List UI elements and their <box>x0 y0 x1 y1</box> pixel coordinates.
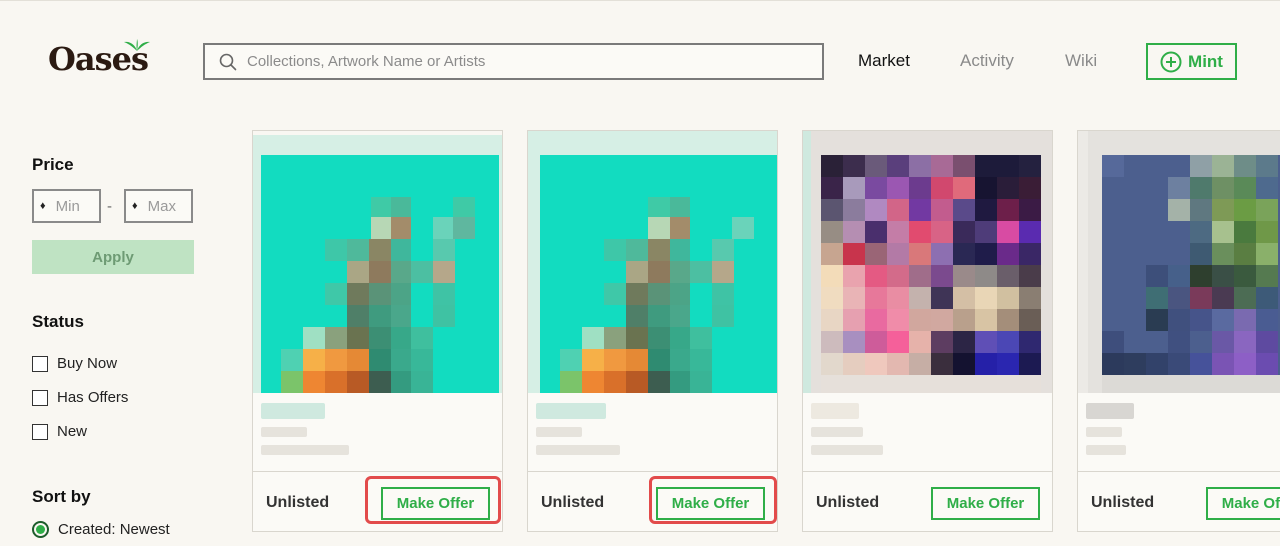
checkbox[interactable] <box>32 389 48 406</box>
nft-card[interactable]: Unlisted Make Offer <box>527 130 778 532</box>
search-bar[interactable] <box>203 43 824 80</box>
listing-status: Unlisted <box>816 494 880 511</box>
listing-status: Unlisted <box>266 494 330 511</box>
nft-card-info <box>261 403 349 463</box>
make-offer-button[interactable]: Make Offer <box>931 487 1040 520</box>
highlight-box <box>365 476 501 524</box>
listing-status: Unlisted <box>541 494 605 511</box>
apply-button[interactable]: Apply <box>32 240 194 274</box>
max-placeholder: Max <box>147 197 176 215</box>
leaf-icon <box>124 39 150 51</box>
make-offer-button[interactable]: Make Offer <box>1206 487 1280 520</box>
radio-selected[interactable] <box>32 521 49 538</box>
search-input[interactable] <box>247 53 807 70</box>
listing-status: Unlisted <box>1091 494 1155 511</box>
nav-activity[interactable]: Activity <box>960 51 1014 71</box>
eth-icon: ♦ <box>132 200 138 212</box>
sort-option-label: Created: Newest <box>58 521 170 538</box>
status-option-label: New <box>57 423 88 440</box>
sort-heading: Sort by <box>32 487 91 506</box>
nft-artwork-2[interactable] <box>528 131 777 393</box>
nft-artwork-3[interactable] <box>803 131 1052 393</box>
nft-card-info <box>536 403 620 463</box>
status-option-label: Buy Now <box>57 355 118 372</box>
status-option-buy-now[interactable]: Buy Now <box>32 355 117 372</box>
nft-card-footer: Unlisted Make Offer <box>803 471 1052 533</box>
nft-artwork-4[interactable] <box>1078 131 1280 393</box>
mint-button[interactable]: Mint <box>1146 43 1237 80</box>
nav-wiki[interactable]: Wiki <box>1065 51 1097 71</box>
price-heading: Price <box>32 155 74 174</box>
nft-artwork-1[interactable] <box>253 131 502 393</box>
price-max-field[interactable]: ♦ Max <box>124 189 193 223</box>
eth-icon: ♦ <box>40 200 46 212</box>
price-min-field[interactable]: ♦ Min <box>32 189 101 223</box>
site-header: Oases Market Activity Wiki Mint <box>0 0 1280 120</box>
min-placeholder: Min <box>55 197 80 215</box>
nft-card-footer: Unlisted Make Offer <box>1078 471 1280 533</box>
sort-option-created-newest[interactable]: Created: Newest <box>32 521 170 538</box>
status-option-new[interactable]: New <box>32 423 87 440</box>
highlight-box <box>649 476 777 524</box>
nav-market[interactable]: Market <box>858 51 910 71</box>
nft-card[interactable]: Unlisted Make Offer <box>252 130 503 532</box>
search-icon <box>219 53 237 70</box>
checkbox[interactable] <box>32 423 48 440</box>
nft-card-info <box>811 403 883 463</box>
nft-card[interactable]: Unlisted Make Offer <box>1077 130 1280 532</box>
nft-card[interactable]: Unlisted Make Offer <box>802 130 1053 532</box>
status-heading: Status <box>32 312 84 331</box>
plus-circle-icon <box>1160 51 1182 72</box>
status-option-label: Has Offers <box>57 389 129 406</box>
checkbox[interactable] <box>32 355 48 372</box>
range-dash: - <box>107 198 112 215</box>
nft-card-info <box>1086 403 1134 463</box>
mint-label: Mint <box>1188 51 1223 71</box>
status-option-has-offers[interactable]: Has Offers <box>32 389 128 406</box>
